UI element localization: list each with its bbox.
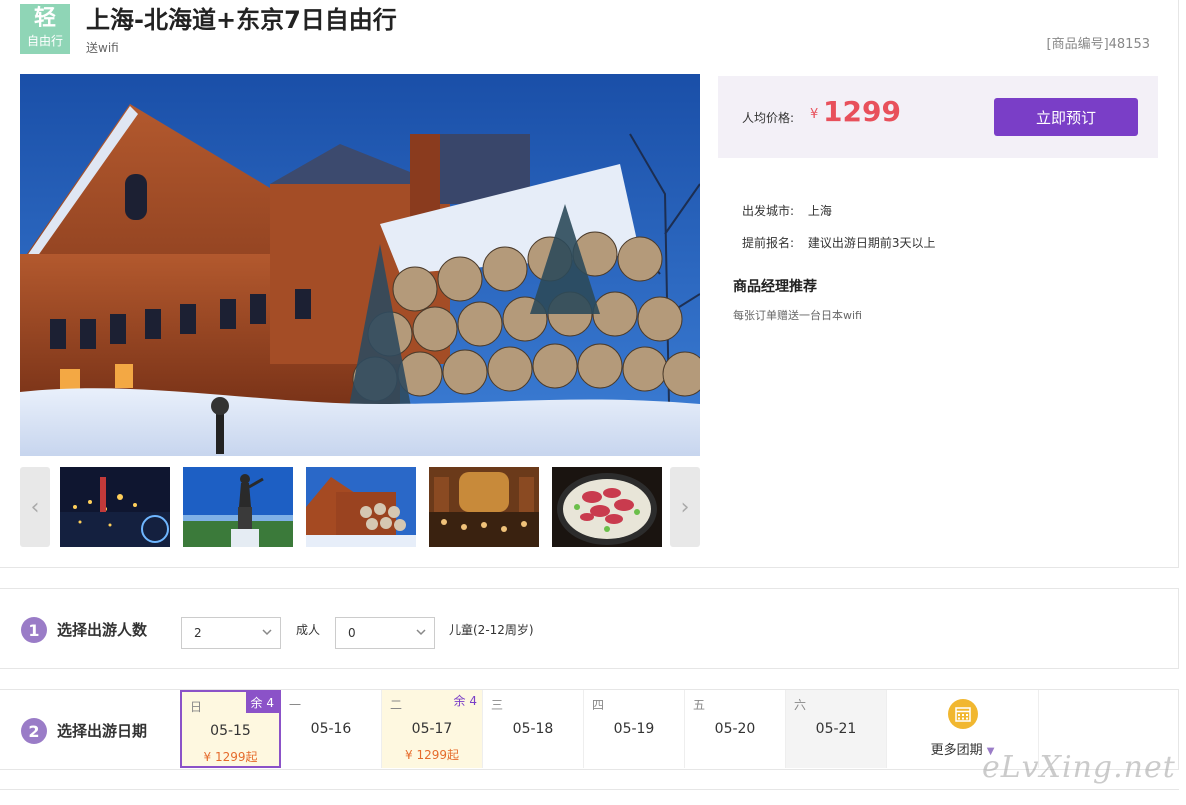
light-travel-badge: 轻 自由行 xyxy=(20,4,70,54)
thumb-next-button[interactable]: › xyxy=(670,467,700,547)
step-2-badge: 2 xyxy=(21,718,47,744)
chevron-down-icon xyxy=(414,625,428,639)
product-subtitle: 送wifi xyxy=(86,41,119,55)
beer-hall-image xyxy=(429,467,539,547)
date-cell-05-15[interactable]: 日 余 4 05-15 ¥ 1299起 xyxy=(180,690,281,768)
weekday-label: 二 xyxy=(390,698,403,712)
weekday-label: 日 xyxy=(190,700,203,714)
child-label: 儿童(2-12周岁) xyxy=(449,623,534,637)
statue-image xyxy=(183,467,293,547)
date-label: 05-21 xyxy=(815,721,857,737)
date-cell-05-19[interactable]: 四 05-19 xyxy=(584,690,685,768)
date-calendar-strip: 日 余 4 05-15 ¥ 1299起 一 05-16 二 余 4 05-17 … xyxy=(180,690,1040,769)
date-label: 05-19 xyxy=(613,721,655,737)
remaining-seats-badge: 余 4 xyxy=(453,694,477,708)
date-cell-05-21[interactable]: 六 05-21 xyxy=(786,690,887,768)
departure-city-label: 出发城市: xyxy=(742,204,795,218)
date-label: 05-16 xyxy=(310,721,352,737)
thumb-brick-brewery[interactable] xyxy=(306,467,416,547)
weekday-label: 一 xyxy=(289,698,302,712)
chevron-down-icon xyxy=(260,625,274,639)
thumb-beer-hall[interactable] xyxy=(429,467,539,547)
child-count-select[interactable]: 0 xyxy=(335,617,435,649)
badge-main-text: 轻 xyxy=(33,6,56,31)
date-label: 05-20 xyxy=(714,721,756,737)
step-1-badge: 1 xyxy=(21,617,47,643)
departure-city-value: 上海 xyxy=(807,204,832,218)
book-now-button[interactable]: 立即预订 xyxy=(994,98,1138,136)
adult-label: 成人 xyxy=(296,623,321,637)
date-label: 05-18 xyxy=(512,721,554,737)
advance-booking-value: 建议出游日期前3天以上 xyxy=(807,236,936,250)
brick-brewery-image xyxy=(306,467,416,547)
thumb-harbor-night[interactable] xyxy=(60,467,170,547)
date-label: 05-17 xyxy=(411,721,453,737)
site-watermark: eLvXing.net xyxy=(982,750,1176,785)
date-cell-05-16[interactable]: 一 05-16 xyxy=(281,690,382,768)
weekday-label: 五 xyxy=(693,698,706,712)
date-price: ¥ 1299起 xyxy=(405,748,459,762)
thumbnail-strip: ‹ › xyxy=(20,467,700,547)
weekday-label: 六 xyxy=(794,698,807,712)
badge-sub-text: 自由行 xyxy=(26,34,63,48)
thumb-grilled-lamb[interactable] xyxy=(552,467,662,547)
chevron-right-icon: › xyxy=(680,494,690,520)
child-count-value: 0 xyxy=(348,626,356,640)
thumb-statue[interactable] xyxy=(183,467,293,547)
main-photo[interactable] xyxy=(20,74,700,456)
price-currency: ¥ xyxy=(810,107,819,122)
manager-recommend-text: 每张订单赠送一台日本wifi xyxy=(733,309,862,322)
weekday-label: 三 xyxy=(491,698,504,712)
price-panel: 人均价格: ¥ 1299 立即预订 xyxy=(718,76,1158,158)
section-divider xyxy=(0,789,1179,790)
chevron-left-icon: ‹ xyxy=(30,494,40,520)
price-label: 人均价格: xyxy=(742,111,795,125)
step-1-label: 选择出游人数 xyxy=(57,621,148,639)
departure-city-row: 出发城市: 上海 xyxy=(742,202,832,219)
remaining-seats-badge: 余 4 xyxy=(245,692,279,713)
brewery-photo xyxy=(20,74,700,456)
adult-count-value: 2 xyxy=(194,626,202,640)
weekday-label: 四 xyxy=(592,698,605,712)
more-dates-text: 更多团期 xyxy=(930,743,983,758)
date-label: 05-15 xyxy=(210,723,251,739)
date-cell-05-20[interactable]: 五 05-20 xyxy=(685,690,786,768)
product-header-card: 轻 自由行 上海-北海道+东京7日自由行 送wifi [商品编号]48153 ‹… xyxy=(0,0,1179,568)
product-title: 上海-北海道+东京7日自由行 xyxy=(86,6,397,34)
adult-count-select[interactable]: 2 xyxy=(181,617,281,649)
thumb-prev-button[interactable]: ‹ xyxy=(20,467,50,547)
date-cell-05-18[interactable]: 三 05-18 xyxy=(483,690,584,768)
harbor-night-image xyxy=(60,467,170,547)
advance-booking-label: 提前报名: xyxy=(742,236,795,250)
calendar-icon xyxy=(948,699,978,729)
date-price: ¥ 1299起 xyxy=(203,750,258,764)
grilled-lamb-image xyxy=(552,467,662,547)
step-2-label: 选择出游日期 xyxy=(57,722,148,740)
date-cell-05-17[interactable]: 二 余 4 05-17 ¥ 1299起 xyxy=(382,690,483,768)
manager-recommend-title: 商品经理推荐 xyxy=(733,279,817,295)
price-amount: 1299 xyxy=(823,95,901,128)
product-code: [商品编号]48153 xyxy=(1046,37,1151,52)
step-travelers: 1 选择出游人数 2 成人 0 儿童(2-12周岁) xyxy=(0,588,1179,669)
advance-booking-row: 提前报名: 建议出游日期前3天以上 xyxy=(742,234,936,251)
